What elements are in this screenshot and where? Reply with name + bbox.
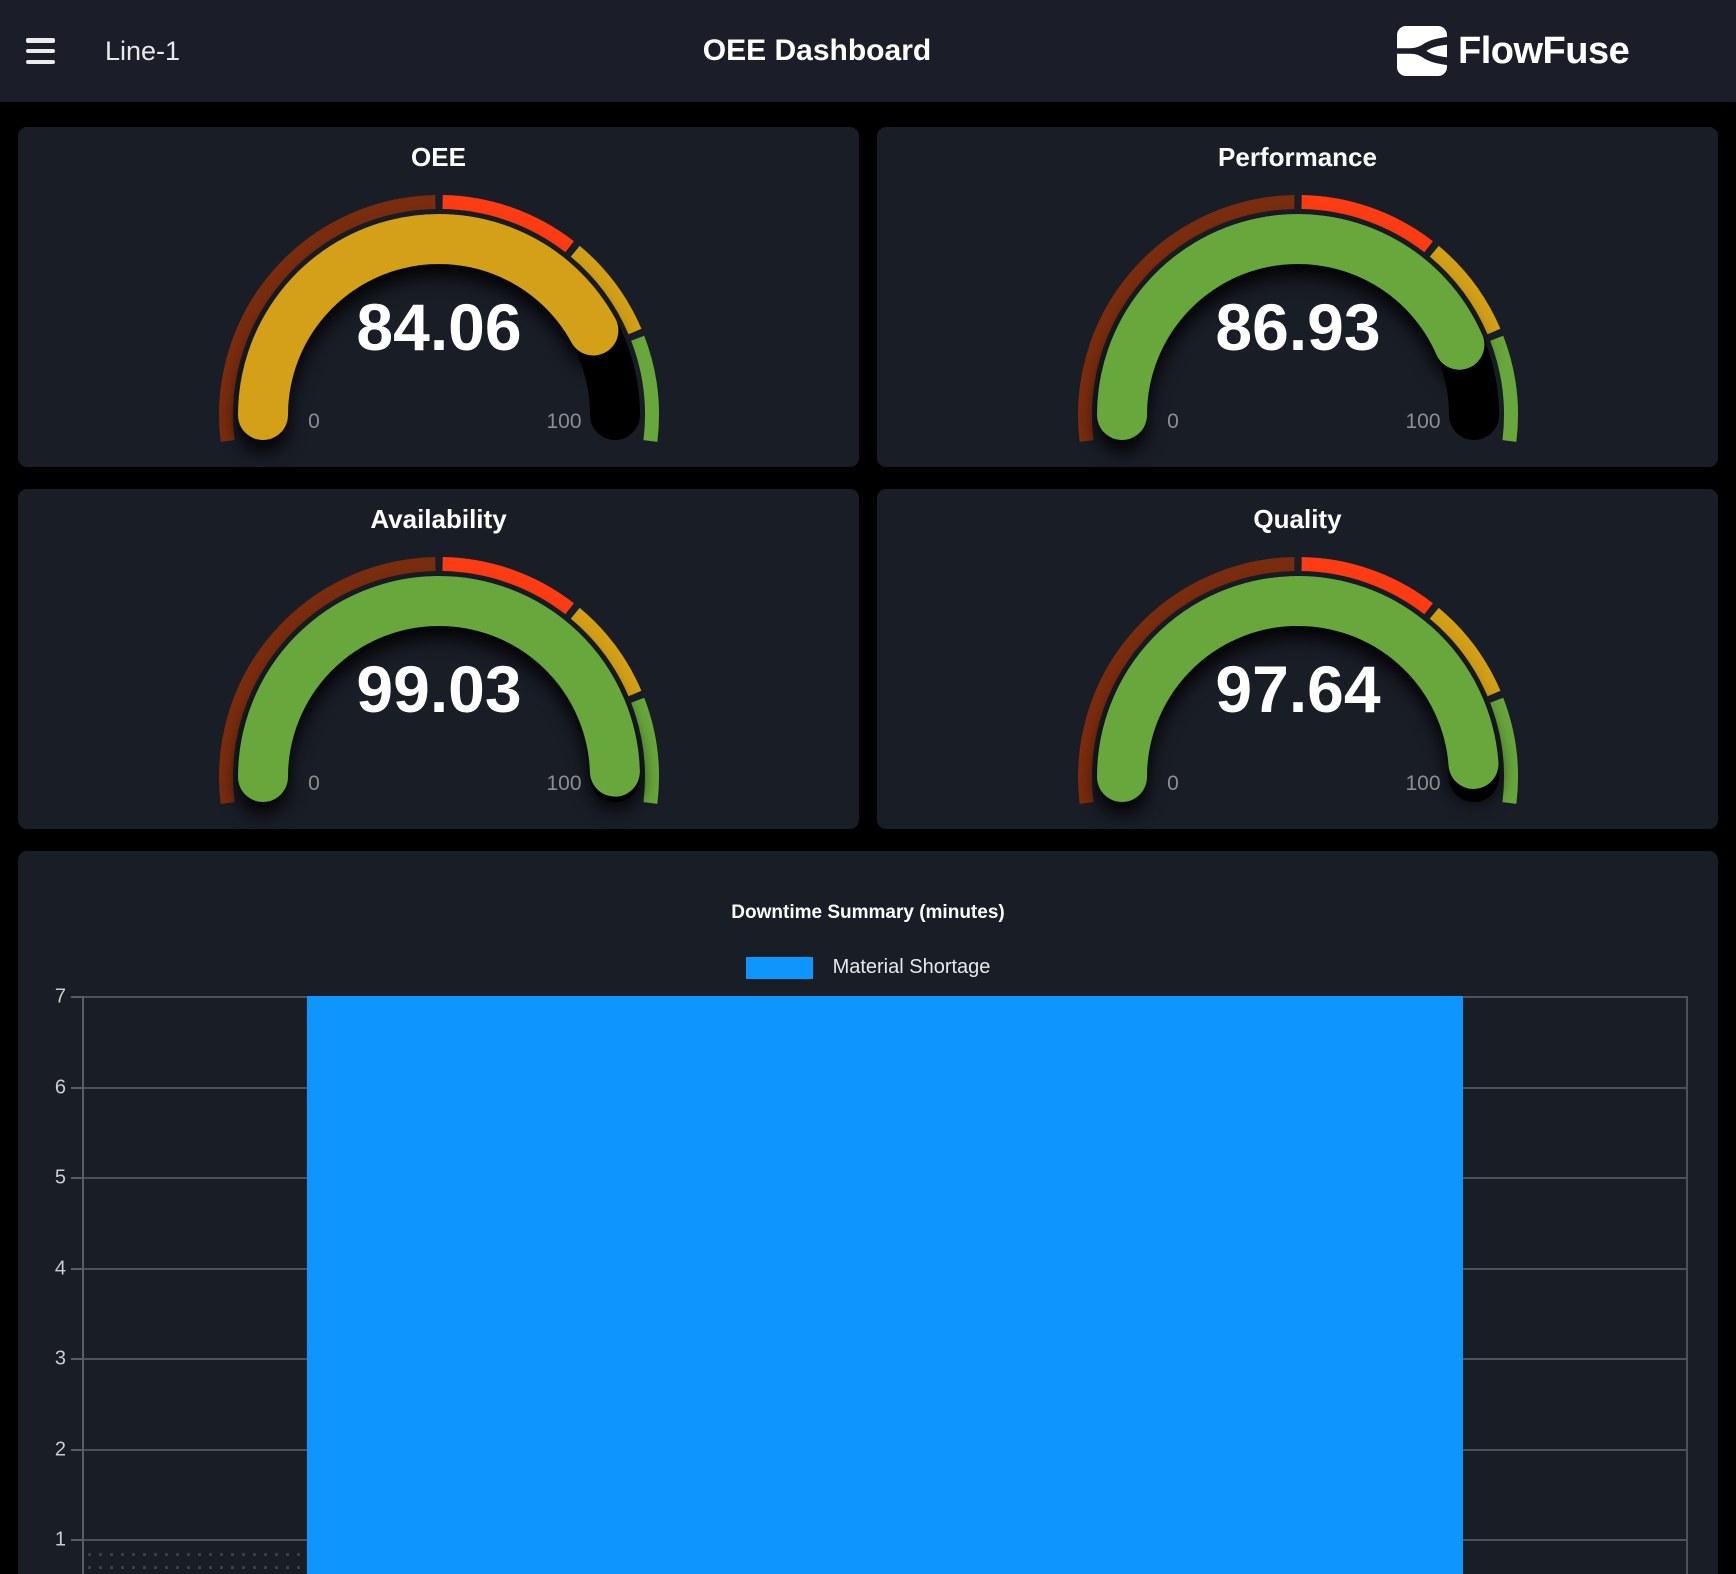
gauge-max-label: 100 [546,772,581,795]
brand-name: FlowFuse [1458,30,1629,73]
dashboard-main: OEE 84.060100 Performance 86.930100 Avai… [0,102,1736,1574]
y-tick-label: 3 [26,1348,66,1371]
gauge-card-quality: Quality 97.64 0 100 [877,489,1718,829]
dotted-row [88,1566,300,1569]
gauge-min-label: 0 [1167,772,1179,795]
gauge-card-availability: Availability 99.03 0 100 [18,489,859,829]
page-title: OEE Dashboard [703,0,931,102]
y-tick-label: 1 [26,1529,66,1552]
gauge-ring-segment [637,700,651,803]
gauge-title: Performance [1218,142,1377,172]
y-tick-label: 5 [26,1167,66,1190]
gauge-ring-segment [637,338,651,441]
y-tick [71,1087,82,1089]
plot-right-border [1686,996,1688,1574]
y-tick [71,1539,82,1541]
gauge-min-label: 0 [1167,410,1179,433]
gauge-value: 86.93 [1215,290,1380,364]
gauge-card-performance: Performance 86.93 0 100 [877,127,1718,467]
gauge: 84.06 0 100 [209,175,669,467]
chart-title: Downtime Summary (minutes) [18,902,1718,924]
gauge-max-label: 100 [546,410,581,433]
gauge-value: 99.03 [356,652,521,726]
gauge-min-label: 0 [308,772,320,795]
gauge-value: 97.64 [1215,652,1380,726]
downtime-chart-card: Downtime Summary (minutes) Material Shor… [18,851,1718,1574]
brand-logo[interactable]: FlowFuse [1397,0,1629,102]
gauge-value: 84.06 [356,290,521,364]
y-tick-label: 7 [26,986,66,1009]
gauge-title: Quality [1253,504,1341,534]
y-axis [82,996,84,1574]
gauge-card-oee: OEE 84.06 0 100 [18,127,859,467]
gauge-title: Availability [370,504,506,534]
gauge-ring-segment [1496,700,1510,803]
gauge: 86.93 0 100 [1068,175,1528,467]
dotted-row [88,1553,300,1556]
page-label: Line-1 [105,0,180,102]
gauge: 97.64 0 100 [1068,537,1528,829]
gauge-min-label: 0 [308,410,320,433]
y-tick-label: 2 [26,1438,66,1461]
bar-material-shortage[interactable] [307,996,1463,1574]
gauge: 99.03 0 100 [209,537,669,829]
gauge-max-label: 100 [1405,772,1440,795]
y-tick [71,1177,82,1179]
app-header: Line-1 OEE Dashboard FlowFuse [0,0,1736,102]
flowfuse-icon [1397,26,1447,76]
chart-legend: Material Shortage [18,956,1718,979]
gauge-ring-segment [1496,338,1510,441]
chart-plot: 7654321 [82,996,1688,1574]
y-tick [71,1268,82,1270]
y-tick [71,996,82,998]
gauge-max-label: 100 [1405,410,1440,433]
y-tick-label: 4 [26,1257,66,1280]
y-tick [71,1358,82,1360]
legend-swatch [746,957,813,979]
legend-item-material-shortage[interactable]: Material Shortage [746,956,991,979]
y-tick-label: 6 [26,1076,66,1099]
menu-icon[interactable] [26,38,56,64]
gauge-title: OEE [411,142,466,172]
y-tick [71,1449,82,1451]
gauges-grid: OEE 84.06 0 100 Performance 86.93 0 100 Avai… [18,127,1718,829]
legend-label: Material Shortage [833,956,991,979]
